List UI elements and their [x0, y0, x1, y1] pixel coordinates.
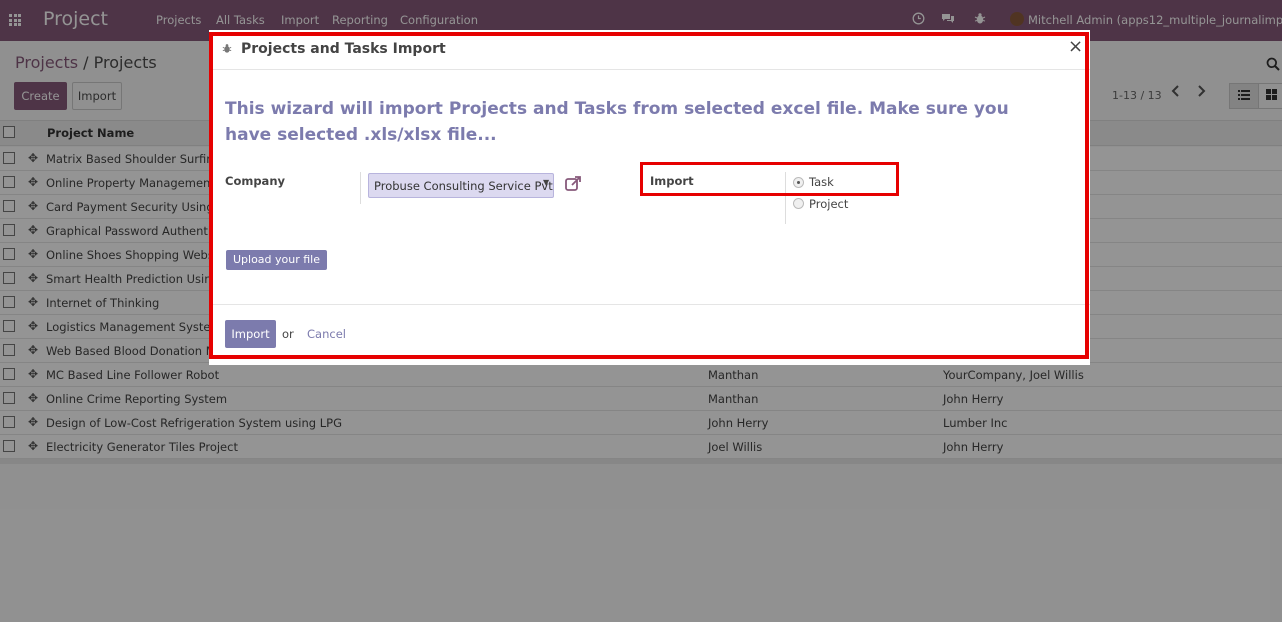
- highlight-import-field: [640, 162, 899, 196]
